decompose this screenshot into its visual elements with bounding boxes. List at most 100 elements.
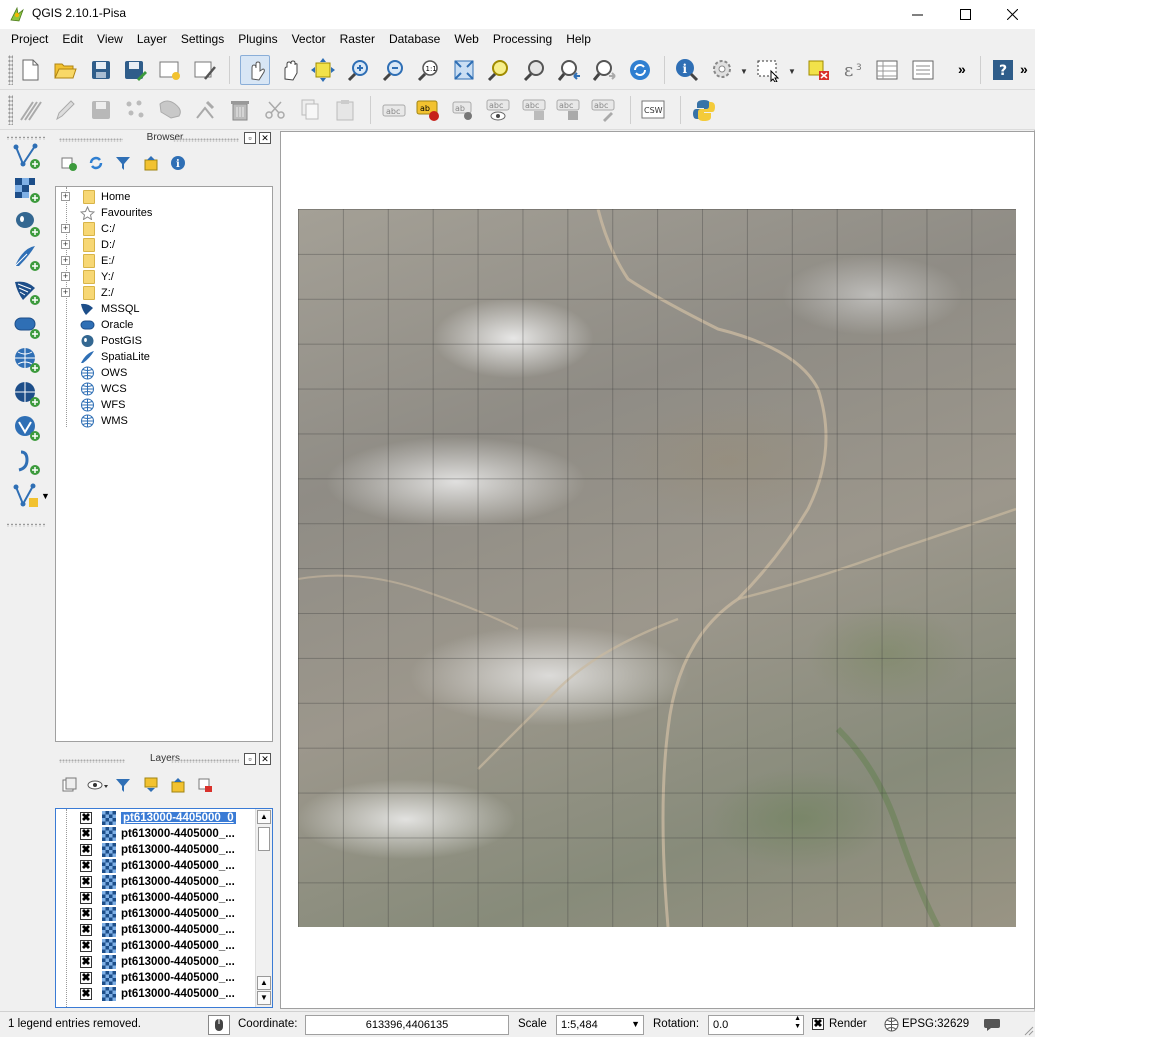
layer-row[interactable]: ✖ pt613000-4405000_... — [56, 890, 256, 906]
expand-icon[interactable]: + — [61, 256, 70, 265]
coordinate-field[interactable]: 613396,4406135 — [305, 1015, 509, 1035]
scale-combo[interactable]: 1:5,484 ▼ — [556, 1015, 644, 1035]
layer-visibility-checkbox[interactable]: ✖ — [80, 876, 92, 888]
pan-to-selection-icon[interactable] — [310, 57, 336, 83]
node-tool-icon[interactable] — [192, 97, 218, 123]
browser-item-postgis[interactable]: PostGIS — [56, 333, 272, 349]
messages-icon[interactable] — [983, 1017, 1001, 1032]
browser-item-wms[interactable]: WMS — [56, 413, 272, 429]
layers-list[interactable]: ✖ pt613000-4405000_0 ✖ pt613000-4405000_...… — [55, 808, 273, 1008]
layers-float-button[interactable]: ▫ — [244, 753, 256, 765]
render-checkbox[interactable]: ✖ — [812, 1018, 824, 1030]
filter-legend-icon[interactable] — [113, 774, 133, 796]
menu-processing[interactable]: Processing — [486, 29, 559, 50]
browser-tree[interactable]: + Home Favourites + C:/ + D:/ + E:/ + Y:/ + Z:/ MSSQL… — [55, 186, 273, 742]
paste-features-icon[interactable] — [332, 97, 358, 123]
toolbar-overflow-button[interactable]: » — [958, 61, 966, 77]
browser-item-z[interactable]: + Z:/ — [56, 285, 272, 301]
show-hide-labels-icon[interactable]: abc — [486, 97, 512, 123]
delete-selected-icon[interactable] — [227, 97, 253, 123]
layer-row[interactable]: ✖ pt613000-4405000_... — [56, 922, 256, 938]
add-feature-icon[interactable] — [122, 97, 148, 123]
layer-row[interactable]: ✖ pt613000-4405000_... — [56, 842, 256, 858]
browser-item-c[interactable]: + C:/ — [56, 221, 272, 237]
expand-all-icon[interactable] — [141, 774, 161, 796]
browser-close-button[interactable]: ✕ — [259, 132, 271, 144]
properties-icon[interactable]: i — [168, 152, 188, 174]
expand-icon[interactable]: + — [61, 240, 70, 249]
layer-visibility-checkbox[interactable]: ✖ — [80, 844, 92, 856]
browser-item-wcs[interactable]: WCS — [56, 381, 272, 397]
layers-close-button[interactable]: ✕ — [259, 753, 271, 765]
change-label-icon[interactable]: abc — [591, 97, 617, 123]
help-icon[interactable]: ? — [990, 57, 1016, 83]
layer-visibility-checkbox[interactable]: ✖ — [80, 828, 92, 840]
browser-item-wfs[interactable]: WFS — [56, 397, 272, 413]
menu-edit[interactable]: Edit — [55, 29, 90, 50]
scroll-down-icon[interactable]: ▼ — [257, 991, 271, 1005]
browser-item-oracle[interactable]: Oracle — [56, 317, 272, 333]
rotation-spinbox[interactable]: 0.0 ▲ ▼ — [708, 1015, 804, 1035]
save-as-icon[interactable] — [122, 57, 148, 83]
browser-item-favourites[interactable]: Favourites — [56, 205, 272, 221]
label-layer-icon[interactable]: ab — [416, 97, 442, 123]
zoom-full-icon[interactable] — [451, 57, 477, 83]
copy-features-icon[interactable] — [297, 97, 323, 123]
toolbar-overflow-button-2[interactable]: » — [1020, 61, 1028, 77]
add-raster-layer-icon[interactable] — [12, 175, 42, 205]
menu-layer[interactable]: Layer — [130, 29, 174, 50]
layer-visibility-checkbox[interactable]: ✖ — [80, 924, 92, 936]
browser-item-mssql[interactable]: MSSQL — [56, 301, 272, 317]
menu-settings[interactable]: Settings — [174, 29, 231, 50]
add-postgis-layer-icon[interactable] — [12, 209, 42, 239]
layer-row[interactable]: ✖ pt613000-4405000_0 — [56, 810, 256, 826]
browser-item-ows[interactable]: OWS — [56, 365, 272, 381]
save-edits-icon[interactable] — [88, 97, 114, 123]
add-delimited-text-icon[interactable] — [12, 447, 42, 477]
rotate-label-icon[interactable]: abc — [556, 97, 582, 123]
scroll-up-icon[interactable]: ▲ — [257, 976, 271, 990]
layer-visibility-checkbox[interactable]: ✖ — [80, 956, 92, 968]
crs-label[interactable]: EPSG:32629 — [902, 1018, 969, 1030]
zoom-last-icon[interactable] — [557, 57, 583, 83]
manage-visibility-icon[interactable] — [86, 774, 112, 796]
layer-row[interactable]: ✖ pt613000-4405000_... — [56, 858, 256, 874]
filter-icon[interactable] — [113, 152, 133, 174]
expand-icon[interactable]: + — [61, 192, 70, 201]
layer-visibility-checkbox[interactable]: ✖ — [80, 860, 92, 872]
browser-item-home[interactable]: + Home — [56, 189, 272, 205]
zoom-next-icon[interactable] — [592, 57, 618, 83]
add-wcs-layer-icon[interactable] — [12, 379, 42, 409]
browser-item-e[interactable]: + E:/ — [56, 253, 272, 269]
layer-row[interactable]: ✖ pt613000-4405000_... — [56, 938, 256, 954]
zoom-in-icon[interactable] — [346, 57, 372, 83]
browser-item-d[interactable]: + D:/ — [56, 237, 272, 253]
open-project-icon[interactable] — [52, 57, 78, 83]
add-vector-layer-icon[interactable] — [12, 141, 42, 171]
toolbar-grip[interactable] — [8, 95, 13, 125]
menu-help[interactable]: Help — [559, 29, 598, 50]
run-feature-action-icon[interactable] — [710, 57, 736, 83]
expand-icon[interactable]: + — [61, 288, 70, 297]
pan-icon[interactable] — [277, 57, 303, 83]
python-console-icon[interactable] — [691, 97, 717, 123]
new-print-composer-icon[interactable] — [157, 57, 183, 83]
layer-row[interactable]: ✖ pt613000-4405000_... — [56, 986, 256, 1002]
attribute-table-icon[interactable] — [874, 57, 900, 83]
add-selected-icon[interactable] — [59, 152, 79, 174]
collapse-all-icon[interactable] — [168, 774, 188, 796]
touch-zoom-icon[interactable] — [240, 55, 270, 85]
select-features-icon[interactable] — [756, 57, 782, 83]
aerial-raster-map[interactable] — [298, 209, 1016, 927]
layer-row[interactable]: ✖ pt613000-4405000_... — [56, 906, 256, 922]
scroll-up-icon[interactable]: ▲ — [257, 810, 271, 824]
zoom-out-icon[interactable] — [381, 57, 407, 83]
layers-scrollbar[interactable]: ▲ ▲ ▼ — [255, 809, 272, 1007]
layer-row[interactable]: ✖ pt613000-4405000_... — [56, 954, 256, 970]
toggle-extents-button[interactable] — [208, 1015, 230, 1035]
add-oracle-layer-icon[interactable] — [12, 311, 42, 341]
expand-icon[interactable]: + — [61, 272, 70, 281]
layer-visibility-checkbox[interactable]: ✖ — [80, 892, 92, 904]
layer-visibility-checkbox[interactable]: ✖ — [80, 812, 92, 824]
new-shapefile-layer-icon[interactable] — [12, 481, 42, 511]
